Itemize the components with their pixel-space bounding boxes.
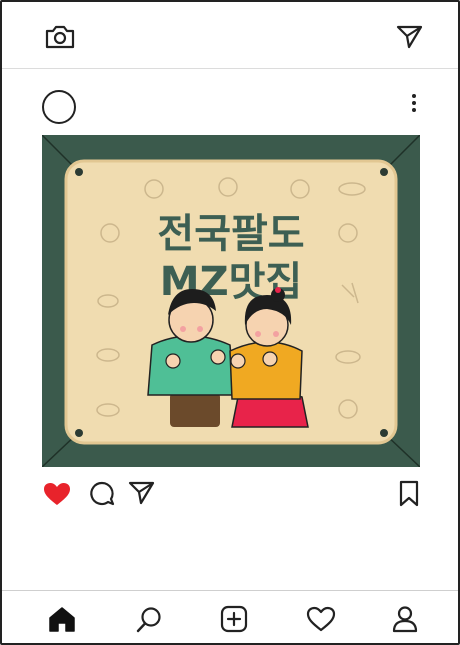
- phone-frame: 전국팔도 MZ맛집: [0, 0, 460, 645]
- bookmark-icon[interactable]: [398, 480, 420, 508]
- share-icon[interactable]: [128, 480, 156, 506]
- camera-icon[interactable]: [44, 24, 76, 50]
- post-image[interactable]: 전국팔도 MZ맛집: [41, 134, 421, 468]
- more-vertical-icon[interactable]: [406, 92, 422, 112]
- add-post-icon[interactable]: [220, 605, 248, 633]
- search-icon[interactable]: [135, 606, 163, 634]
- post-title-line1: 전국팔도: [157, 211, 304, 257]
- top-bar: [2, 2, 458, 69]
- bottom-navigation: [2, 590, 458, 644]
- heart-icon[interactable]: [306, 606, 336, 632]
- profile-icon[interactable]: [392, 605, 418, 633]
- comment-icon[interactable]: [88, 480, 116, 508]
- post-actions: [2, 474, 458, 514]
- post-header: [2, 68, 458, 136]
- post-illustration: 전국팔도 MZ맛집: [41, 134, 421, 468]
- home-icon[interactable]: [48, 606, 76, 632]
- send-icon[interactable]: [396, 24, 424, 50]
- heart-filled-icon[interactable]: [42, 481, 72, 507]
- avatar[interactable]: [42, 90, 76, 124]
